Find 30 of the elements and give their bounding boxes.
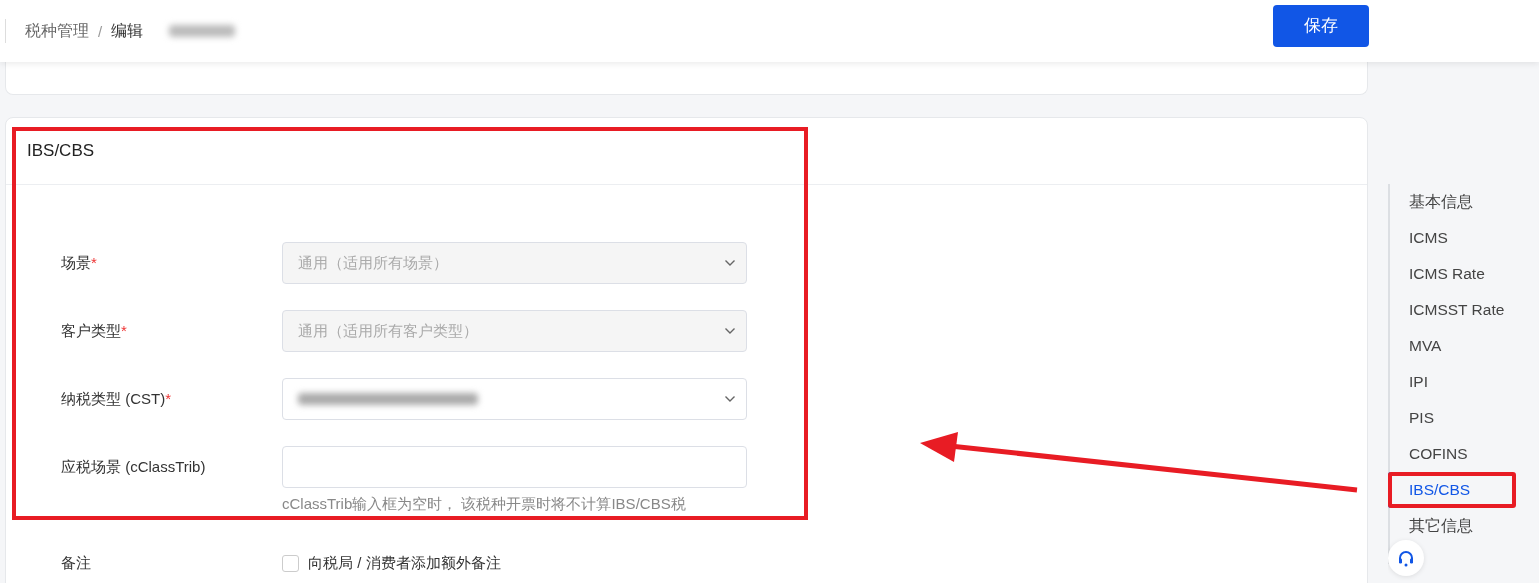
section-title: IBS/CBS [27, 141, 95, 161]
nav-item[interactable]: ICMS [1388, 220, 1516, 256]
nav-item[interactable]: ICMS Rate [1388, 256, 1516, 292]
chevron-down-icon [724, 395, 736, 403]
hint-text: cClassTrib输入框为空时， 该税种开票时将不计算IBS/CBS税 [282, 494, 687, 514]
nav-item[interactable]: 基本信息 [1388, 184, 1516, 220]
save-button[interactable]: 保存 [1273, 4, 1369, 47]
input-field[interactable] [282, 446, 747, 488]
breadcrumb-separator: / [98, 22, 103, 40]
breadcrumb-item: 编辑 [111, 20, 144, 41]
nav-item[interactable]: ICMSST Rate [1388, 292, 1516, 328]
support-button[interactable] [1388, 540, 1424, 576]
field-label: 场景* [60, 253, 98, 273]
chevron-down-icon [724, 259, 736, 267]
select-field[interactable] [282, 378, 747, 420]
nav-item[interactable]: PIS [1388, 400, 1516, 436]
nav-item[interactable]: MVA [1388, 328, 1516, 364]
checkbox-label[interactable]: 向税局 / 消费者添加额外备注 [308, 553, 501, 573]
nav-item[interactable]: 其它信息 [1388, 508, 1516, 544]
nav-item[interactable]: IBS/CBS [1388, 472, 1516, 508]
field-label: 纳税类型 (CST)* [60, 389, 172, 409]
chevron-down-icon [724, 327, 736, 335]
nav-item[interactable]: IPI [1388, 364, 1516, 400]
checkbox[interactable] [282, 554, 299, 572]
field-label: 备注 [60, 553, 92, 573]
field-label: 应税场景 (cClassTrib) [60, 457, 207, 477]
field-label: 客户类型* [60, 321, 128, 341]
breadcrumb-item[interactable]: 税种管理 [25, 20, 89, 42]
nav-item[interactable]: COFINS [1388, 436, 1516, 472]
headset-icon [1397, 549, 1415, 567]
